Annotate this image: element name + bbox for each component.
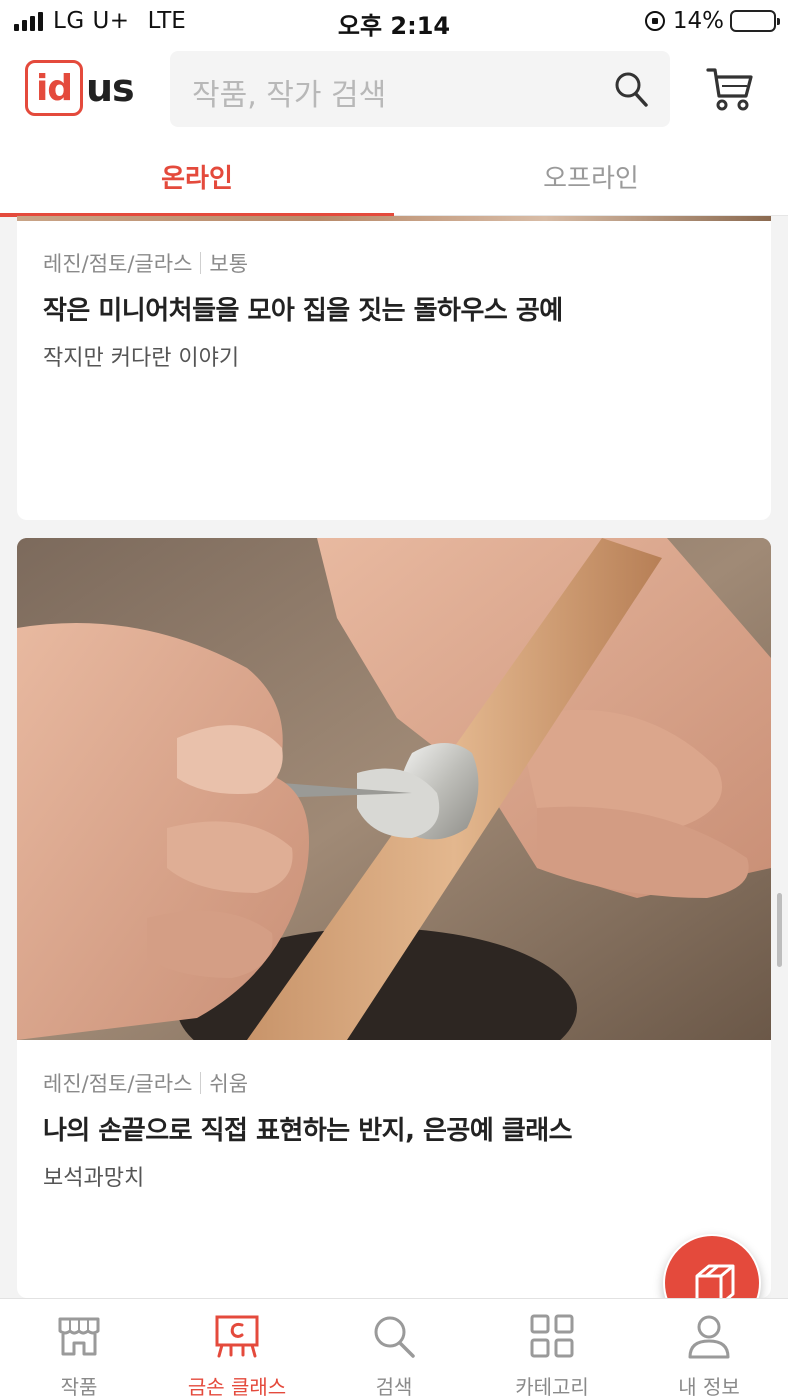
bottom-tab-bar: 작품 금손 클래스 검색 카테고리 내 정보 [0, 1298, 788, 1400]
nav-label: 내 정보 [678, 1375, 740, 1399]
nav-item-works[interactable]: 작품 [0, 1299, 158, 1400]
class-title: 작은 미니어처들을 모아 집을 짓는 돌하우스 공예 [43, 296, 563, 326]
logo-us-text: us [86, 66, 135, 110]
nav-label: 카테고리 [515, 1375, 589, 1399]
nav-label: 검색 [375, 1375, 413, 1399]
battery-icon [730, 10, 780, 32]
status-right: 14% [644, 8, 780, 34]
ring-making-photo [17, 538, 771, 1040]
idus-logo[interactable]: id us [25, 60, 135, 116]
class-meta: 레진/점토/글라스 쉬움 [43, 1068, 248, 1098]
cart-icon[interactable] [706, 64, 754, 112]
class-card[interactable]: 레진/점토/글라스 보통 작은 미니어처들을 모아 집을 짓는 돌하우스 공예 … [17, 216, 771, 520]
grid-icon [530, 1314, 574, 1358]
nav-label: 금손 클래스 [187, 1375, 287, 1399]
nav-item-my-info[interactable]: 내 정보 [630, 1299, 788, 1400]
class-artist: 보석과망치 [43, 1166, 145, 1191]
nav-item-classes[interactable]: 금손 클래스 [158, 1299, 316, 1400]
tab-online[interactable]: 온라인 [0, 136, 394, 217]
divider [200, 252, 202, 274]
class-category: 레진/점토/글라스 [43, 1072, 193, 1096]
class-difficulty: 쉬움 [209, 1072, 249, 1096]
logo-id-mark: id [25, 60, 83, 116]
class-artist: 작지만 커다란 이야기 [43, 346, 240, 371]
search-placeholder: 작품, 작가 검색 [192, 78, 387, 113]
nav-item-search[interactable]: 검색 [315, 1299, 473, 1400]
nav-label: 작품 [60, 1375, 98, 1399]
class-difficulty: 보통 [209, 252, 249, 276]
divider [200, 1072, 202, 1094]
status-bar: LG U+ LTE 오후 2:14 14% [0, 0, 788, 44]
class-title: 나의 손끝으로 직접 표현하는 반지, 은공예 클래스 [43, 1116, 573, 1146]
person-icon [688, 1315, 730, 1359]
tab-offline[interactable]: 오프라인 [394, 136, 788, 216]
store-icon [58, 1317, 100, 1356]
app-header: id us 작품, 작가 검색 [0, 44, 788, 136]
search-input[interactable]: 작품, 작가 검색 [170, 51, 670, 127]
class-card[interactable]: 레진/점토/글라스 쉬움 나의 손끝으로 직접 표현하는 반지, 은공예 클래스… [17, 538, 771, 1298]
nav-item-category[interactable]: 카테고리 [473, 1299, 631, 1400]
orientation-lock-icon [644, 11, 665, 31]
class-meta: 레진/점토/글라스 보통 [43, 248, 248, 278]
class-category: 레진/점토/글라스 [43, 252, 193, 276]
search-icon [374, 1316, 415, 1358]
scroll-indicator[interactable] [777, 893, 782, 967]
search-icon[interactable] [614, 71, 648, 107]
class-type-tabs: 온라인 오프라인 [0, 136, 788, 217]
class-photo [17, 216, 771, 221]
battery-percent: 14% [672, 8, 724, 34]
class-board-icon [215, 1315, 259, 1358]
class-photo [17, 538, 771, 1040]
